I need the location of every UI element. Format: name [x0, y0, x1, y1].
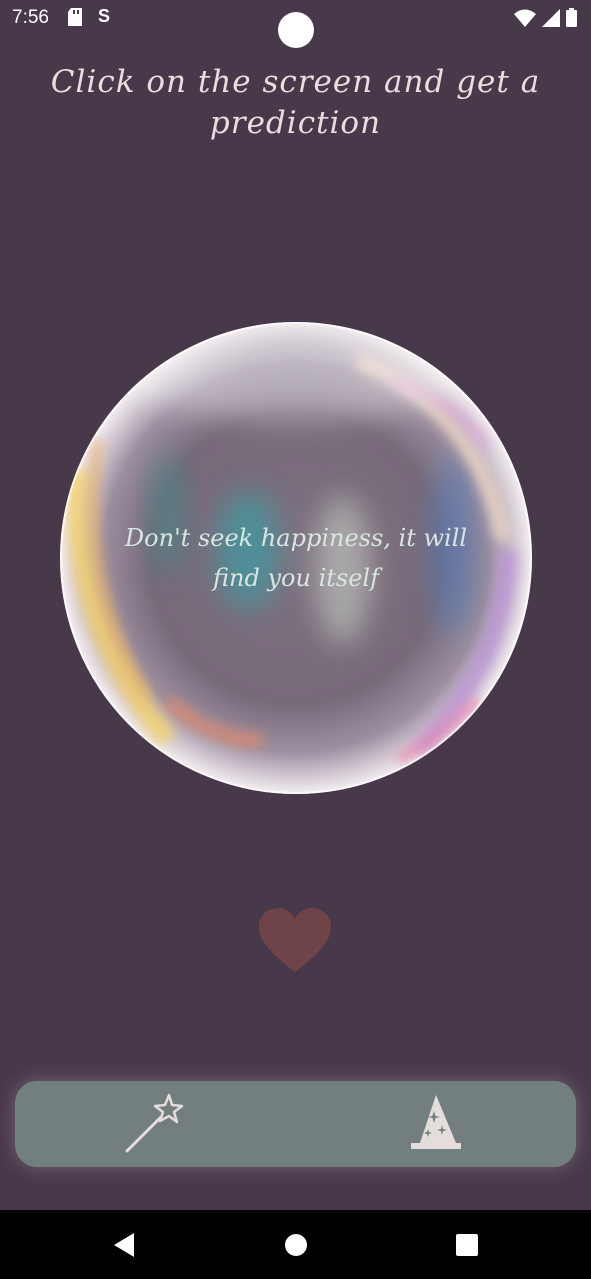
status-time: 7:56 — [12, 7, 49, 28]
magic-wand-button[interactable] — [119, 1091, 189, 1157]
magic-wand-icon — [125, 1093, 184, 1153]
bottom-nav — [15, 1081, 576, 1167]
recents-icon[interactable] — [452, 1230, 482, 1260]
camera-cutout — [278, 12, 314, 48]
wizard-hat-button[interactable] — [400, 1091, 470, 1157]
sd-card-icon — [68, 8, 82, 26]
s-app-icon: S — [98, 6, 111, 26]
back-icon[interactable] — [110, 1230, 140, 1260]
page-title: Click on the screen and get a prediction — [50, 64, 541, 141]
status-right-icons — [514, 8, 577, 27]
home-icon[interactable] — [281, 1230, 311, 1260]
system-navigation-bar — [0, 1210, 591, 1279]
wizard-hat-icon — [411, 1095, 461, 1149]
heart-icon[interactable] — [259, 908, 331, 974]
prediction-text: Don't seek happiness, it will find you i… — [124, 524, 468, 592]
battery-icon — [566, 8, 577, 27]
wifi-icon — [514, 9, 536, 27]
signal-icon — [542, 8, 560, 27]
